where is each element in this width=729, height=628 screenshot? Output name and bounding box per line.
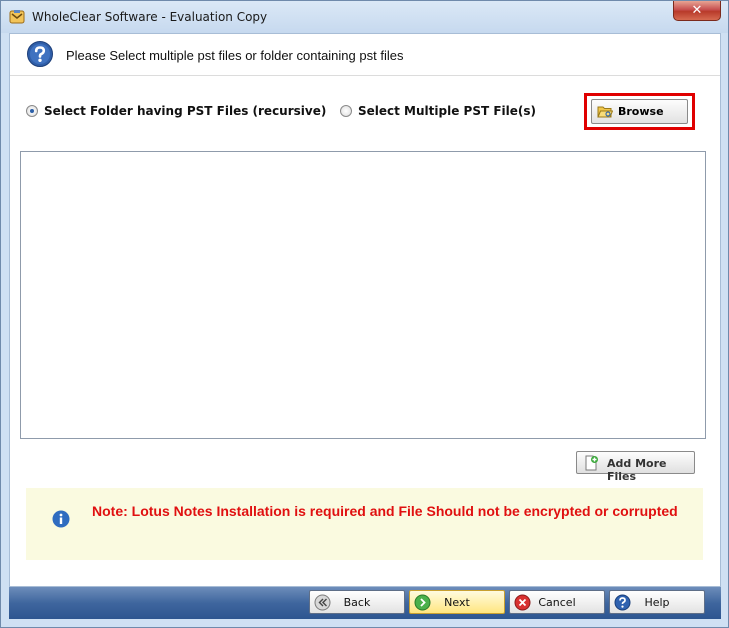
wizard-footer: Back Next Cancel Help <box>9 587 721 619</box>
step-instruction: Please Select multiple pst files or fold… <box>66 48 404 63</box>
title-bar: WholeClear Software - Evaluation Copy ✕ <box>1 1 728 33</box>
step-header: Please Select multiple pst files or fold… <box>10 34 720 76</box>
help-label: Help <box>644 596 670 609</box>
cancel-label: Cancel <box>538 596 576 609</box>
multiple-files-radio-label[interactable]: Select Multiple PST File(s) <box>358 104 536 118</box>
app-logo-icon <box>9 9 25 25</box>
browse-highlight: Browse <box>584 93 695 130</box>
multiple-files-radio[interactable] <box>340 105 352 117</box>
browse-button[interactable]: Browse <box>591 99 688 124</box>
cancel-button[interactable]: Cancel <box>509 590 605 614</box>
add-more-files-label: Add More Files <box>607 457 667 483</box>
note-text: Note: Lotus Notes Installation is requir… <box>92 503 678 519</box>
browse-label: Browse <box>618 105 664 118</box>
next-label: Next <box>444 596 470 609</box>
next-button[interactable]: Next <box>409 590 505 614</box>
folder-radio[interactable] <box>26 105 38 117</box>
folder-radio-label[interactable]: Select Folder having PST Files (recursiv… <box>44 104 326 118</box>
close-button[interactable]: ✕ <box>673 1 721 21</box>
add-more-files-button[interactable]: Add More Files <box>576 451 695 483</box>
folder-open-icon <box>597 105 614 119</box>
close-icon: ✕ <box>691 3 703 18</box>
wizard-panel: Please Select multiple pst files or fold… <box>9 33 721 587</box>
question-icon <box>26 40 54 68</box>
app-window: WholeClear Software - Evaluation Copy ✕ … <box>0 0 729 628</box>
selected-files-list[interactable] <box>20 151 706 439</box>
info-icon <box>52 510 70 528</box>
back-label: Back <box>343 596 371 609</box>
note-panel: Note: Lotus Notes Installation is requir… <box>26 488 703 560</box>
help-button[interactable]: Help <box>609 590 705 614</box>
back-button[interactable]: Back <box>309 590 405 614</box>
window-title: WholeClear Software - Evaluation Copy <box>32 10 268 24</box>
add-file-icon <box>583 455 599 471</box>
